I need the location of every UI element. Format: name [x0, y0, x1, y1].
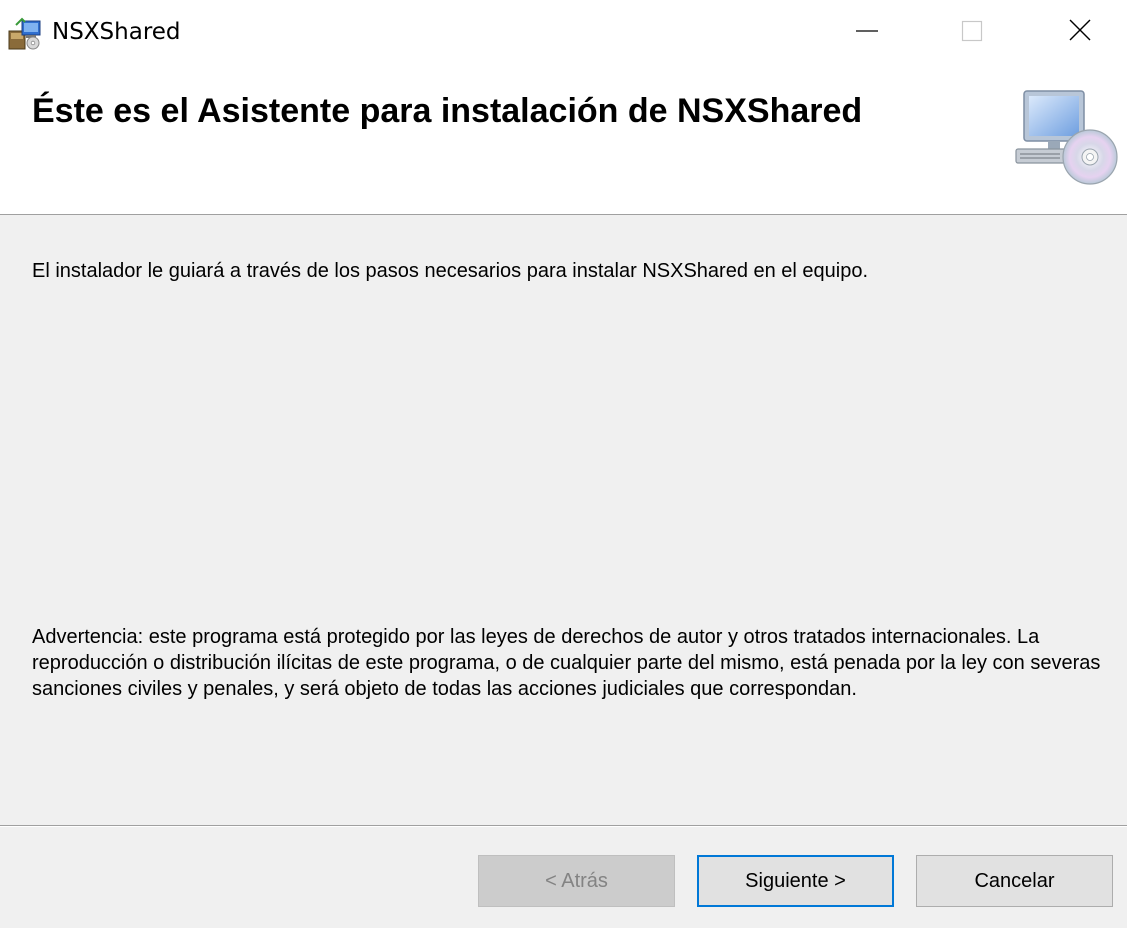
back-button[interactable]: < Atrás — [478, 855, 675, 907]
page-title: Éste es el Asistente para instalación de… — [32, 92, 863, 130]
cancel-button[interactable]: Cancelar — [916, 855, 1113, 907]
minimize-button[interactable] — [820, 0, 914, 64]
installer-package-icon — [8, 17, 44, 51]
close-button[interactable] — [1033, 0, 1127, 64]
footer-divider — [0, 825, 1127, 827]
maximize-icon — [960, 18, 984, 47]
maximize-button[interactable] — [925, 0, 1019, 64]
next-button[interactable]: Siguiente > — [697, 855, 894, 907]
minimize-icon — [855, 18, 879, 47]
copyright-warning: Advertencia: este programa está protegid… — [32, 626, 1101, 700]
installer-window: NSXShared Éste es el Asistente para inst… — [0, 0, 1127, 928]
window-title: NSXShared — [52, 19, 181, 45]
close-icon — [1068, 18, 1092, 47]
computer-cd-icon — [1010, 87, 1120, 187]
title-bar[interactable]: NSXShared — [0, 0, 1127, 64]
header-banner: Éste es el Asistente para instalación de… — [0, 64, 1127, 215]
intro-text: El instalador le guiará a través de los … — [32, 260, 869, 282]
